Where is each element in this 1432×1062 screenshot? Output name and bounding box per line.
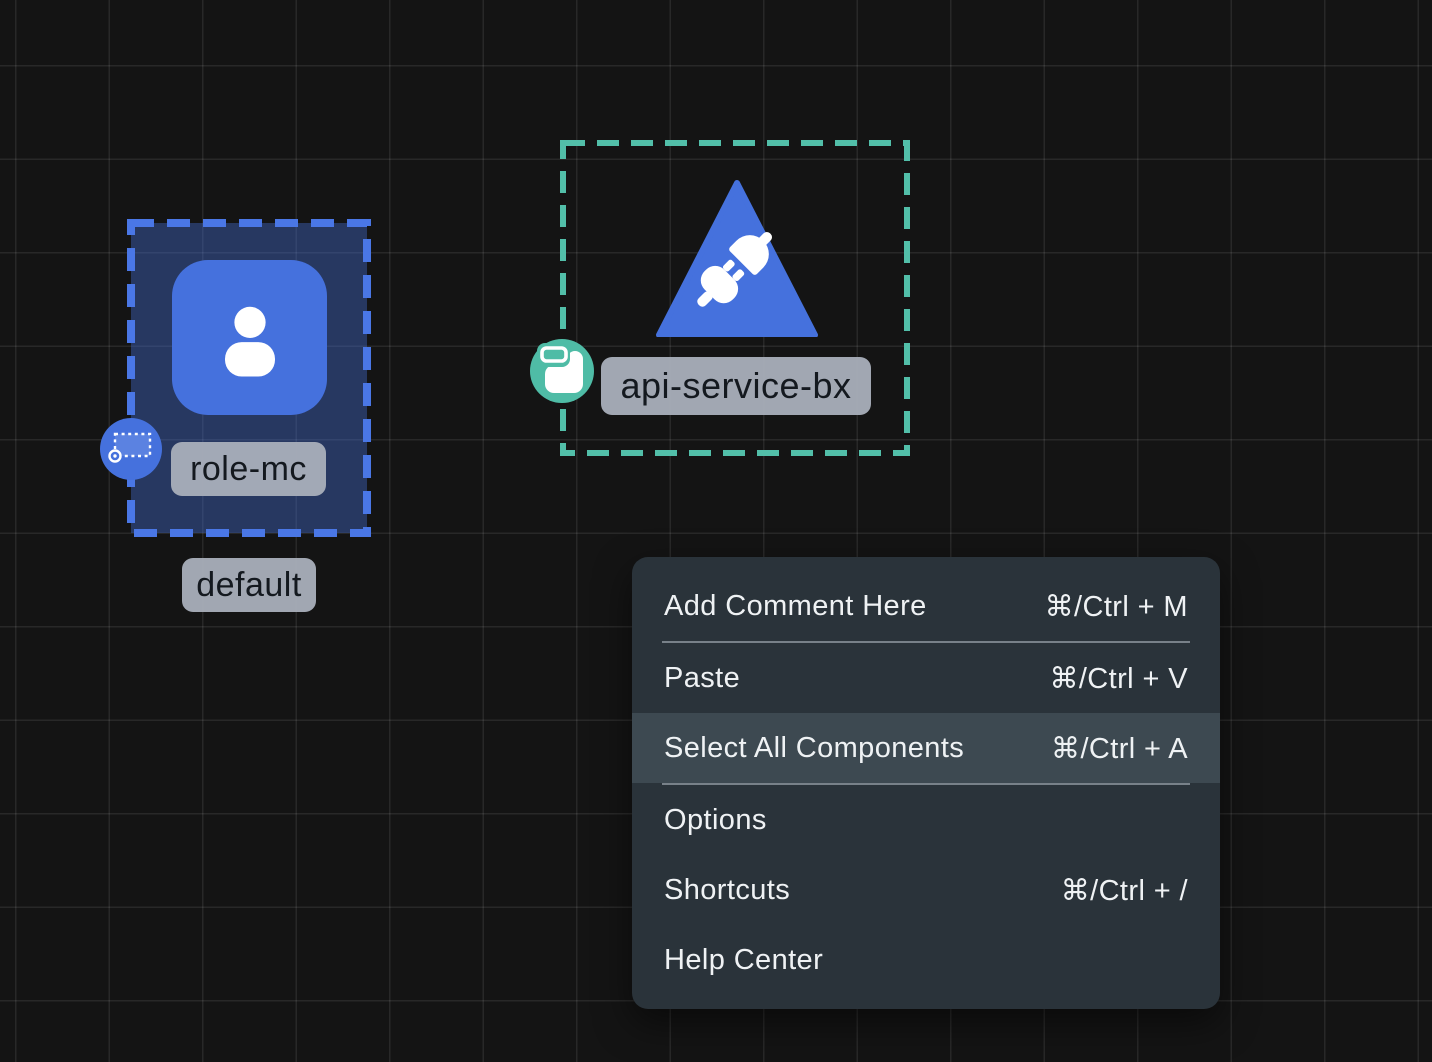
save-icon: [530, 339, 594, 403]
menu-item-shortcut: ⌘/Ctrl + M: [1045, 589, 1188, 624]
menu-item-label: Shortcuts: [664, 874, 790, 907]
node-label-api-service[interactable]: api-service-bx: [601, 357, 871, 415]
user-icon: [200, 288, 300, 388]
node-api-service[interactable]: [655, 175, 819, 337]
menu-item-options[interactable]: Options: [632, 785, 1220, 855]
menu-item-label: Add Comment Here: [664, 590, 927, 623]
node-badge-api-service[interactable]: [530, 339, 594, 403]
node-sublabel-default: default: [182, 558, 316, 612]
menu-item-shortcut: ⌘/Ctrl + /: [1061, 873, 1188, 908]
menu-item-select-all-components[interactable]: Select All Components ⌘/Ctrl + A: [632, 713, 1220, 783]
menu-item-label: Help Center: [664, 944, 823, 977]
menu-item-shortcut: ⌘/Ctrl + A: [1051, 731, 1188, 766]
menu-item-help-center[interactable]: Help Center: [632, 925, 1220, 995]
node-badge-role-mc[interactable]: [100, 418, 162, 480]
menu-item-shortcuts[interactable]: Shortcuts ⌘/Ctrl + /: [632, 855, 1220, 925]
menu-item-label: Select All Components: [664, 732, 964, 765]
triangle-shape: [659, 183, 815, 335]
menu-item-add-comment[interactable]: Add Comment Here ⌘/Ctrl + M: [632, 571, 1220, 641]
marquee-selection-icon: [100, 418, 162, 480]
menu-item-label: Options: [664, 804, 767, 837]
diagram-canvas[interactable]: role-mc default api-service-bx: [0, 0, 1432, 1062]
node-role-mc[interactable]: [172, 260, 327, 415]
menu-item-paste[interactable]: Paste ⌘/Ctrl + V: [632, 643, 1220, 713]
menu-item-label: Paste: [664, 662, 740, 695]
node-label-role-mc[interactable]: role-mc: [171, 442, 326, 496]
context-menu: Add Comment Here ⌘/Ctrl + M Paste ⌘/Ctrl…: [632, 557, 1220, 1009]
menu-item-shortcut: ⌘/Ctrl + V: [1049, 661, 1188, 696]
